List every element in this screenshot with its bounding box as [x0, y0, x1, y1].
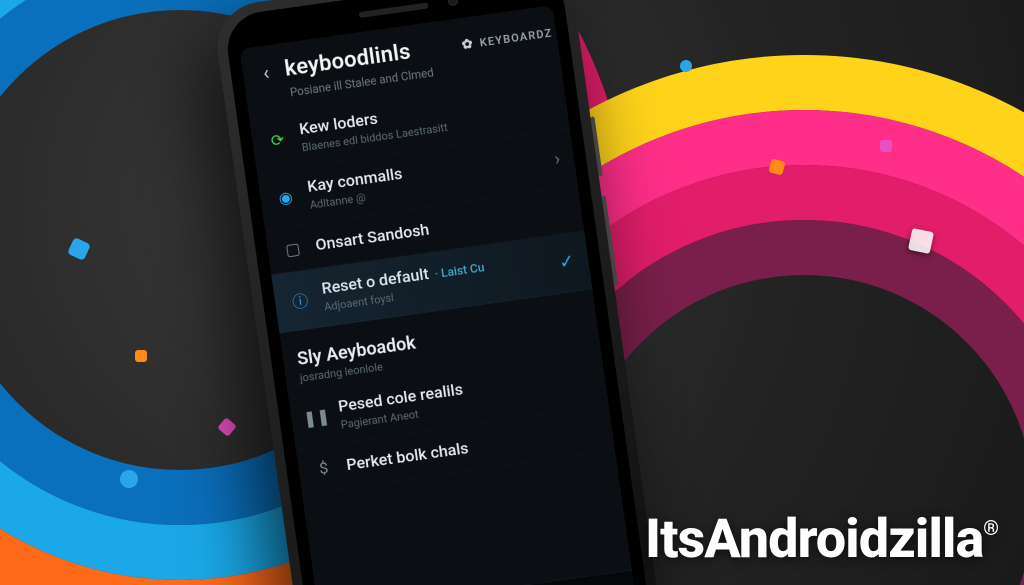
- check-icon: ✓: [558, 251, 576, 274]
- camera-icon: ◉: [273, 185, 298, 210]
- info-icon: ⓘ: [288, 288, 313, 313]
- confetti: [850, 80, 860, 90]
- refresh-icon: ⟳: [265, 128, 290, 153]
- confetti: [135, 350, 147, 362]
- confetti: [120, 470, 138, 488]
- settings-list: ⟳ Kew loders Blaenes edl biddos Laestras…: [249, 71, 632, 585]
- pause-icon: ❚❚: [304, 405, 329, 430]
- chevron-right-icon: ›: [553, 149, 561, 171]
- brand-reg: ®: [983, 516, 998, 540]
- phone-speaker: [359, 2, 429, 18]
- dollar-icon: $: [311, 456, 336, 481]
- confetti: [880, 140, 892, 152]
- back-button[interactable]: ‹: [254, 61, 279, 84]
- phone-screen: ✿ KEYBOARDZ ‹ keyboodlinls Posiane ill S…: [240, 5, 639, 585]
- phone-front-camera: [447, 0, 458, 7]
- confetti: [680, 60, 692, 72]
- brand-watermark: ItsAndroidzilla®: [645, 508, 998, 571]
- square-icon: ▢: [280, 237, 305, 262]
- gear-icon: ✿: [461, 36, 475, 53]
- confetti: [908, 228, 934, 254]
- brand-text: ItsAndroidzilla: [645, 508, 983, 571]
